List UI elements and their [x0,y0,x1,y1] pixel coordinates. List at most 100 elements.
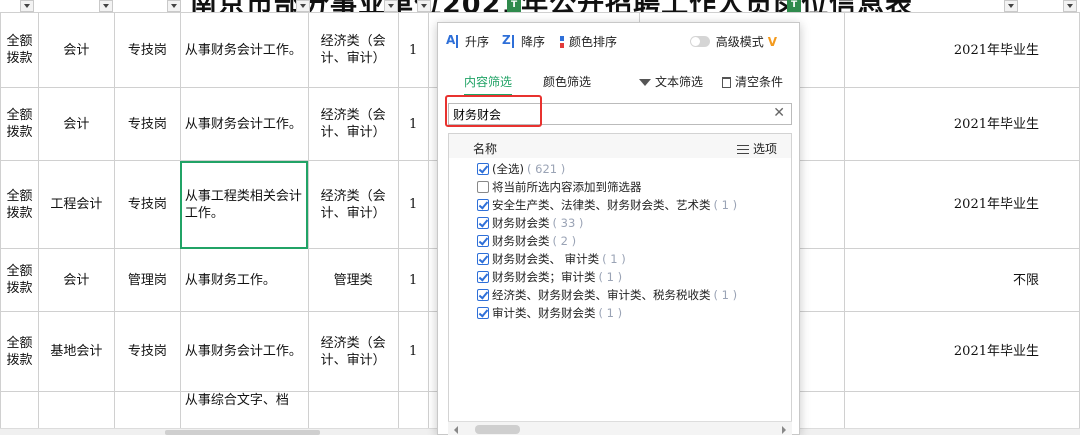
post-type-cell[interactable]: 专技岗 [113,311,181,392]
checkbox-checked-icon[interactable] [477,271,489,283]
checkbox-checked-icon[interactable] [477,253,489,265]
tab-content-filter[interactable]: 内容筛选 [464,73,513,96]
other-cell[interactable]: 2021年毕业生 [844,87,1080,161]
post-name-cell[interactable]: 会计 [37,248,115,312]
column-filter-button[interactable] [20,0,34,12]
column-filter-button[interactable] [1063,0,1077,12]
major-cell[interactable]: 经济类（会计、审计） [307,12,399,88]
checkbox-checked-icon[interactable] [477,307,489,319]
checkbox-checked-icon[interactable] [477,235,489,247]
list-item[interactable]: (全选)( 621 ) [477,160,737,178]
clear-conditions-button[interactable]: 清空条件 [722,73,783,90]
checkbox-checked-icon[interactable] [477,289,489,301]
list-item[interactable]: 财务财会类( 2 ) [477,232,737,250]
tab-color-filter[interactable]: 颜色筛选 [543,73,591,94]
count-cell[interactable]: 1 [397,87,429,161]
list-item[interactable]: 安全生产类、法律类、财务财会类、艺术类( 1 ) [477,196,737,214]
funding-cell[interactable]: 全额拨款 [0,87,39,161]
post-name-cell[interactable] [37,391,115,432]
other-cell[interactable]: 不限 [844,248,1080,312]
list-item-label: 审计类、财务财会类 [492,306,596,320]
sheet-title-strip: 南京市部分事业单位2021年公开招聘工作人员岗位信息表 [0,0,1080,12]
funding-cell[interactable]: 全额拨款 [0,311,39,392]
count-cell[interactable] [397,391,429,432]
checkbox-checked-icon[interactable] [477,199,489,211]
sort-descending-label: 降序 [521,35,546,49]
list-item[interactable]: 经济类、财务财会类、审计类、税务税收类( 1 ) [477,286,737,304]
post-name-cell[interactable]: 基地会计 [37,311,115,392]
post-type-cell[interactable]: 专技岗 [113,87,181,161]
duty-cell[interactable]: 从事财务会计工作。 [179,12,309,88]
sort-by-color-button[interactable]: 颜色排序 [558,33,617,50]
list-item[interactable]: 财务财会类；审计类( 1 ) [477,268,737,286]
scroll-left-icon[interactable] [454,426,458,434]
checkbox-unchecked-icon[interactable] [477,181,489,193]
duty-cell[interactable]: 从事财务会计工作。 [179,311,309,392]
duty-cell[interactable]: 从事财务会计工作。 [179,87,309,161]
other-cell[interactable]: 2021年毕业生 [844,311,1080,392]
column-filter-button[interactable] [384,0,398,12]
sort-by-color-label: 颜色排序 [569,35,618,49]
major-cell[interactable]: 经济类（会计、审计） [307,160,399,249]
list-item-label: 安全生产类、法律类、财务财会类、艺术类 [492,198,711,212]
count-cell[interactable]: 1 [397,311,429,392]
checkbox-checked-icon[interactable] [477,217,489,229]
duty-cell-selected[interactable]: 从事工程类相关会计工作。 [179,160,309,249]
list-item[interactable]: 审计类、财务财会类( 1 ) [477,304,737,322]
list-item-count: ( 2 ) [552,234,577,248]
sort-ascending-button[interactable]: 升序 [446,33,489,50]
post-name-cell[interactable]: 会计 [37,12,115,88]
toggle-switch-icon[interactable] [689,36,710,47]
funding-cell[interactable]: 全额拨款 [0,12,39,88]
post-name-cell[interactable]: 工程会计 [37,160,115,249]
duty-cell[interactable]: 从事财务工作。 [179,248,309,312]
menu-icon [736,145,749,154]
list-item[interactable]: 财务财会类( 33 ) [477,214,737,232]
list-item-label: 财务财会类、 审计类 [492,252,600,266]
column-filter-button[interactable] [167,0,181,12]
search-highlight-box [445,95,542,127]
list-item-label: 财务财会类 [492,234,550,248]
list-item[interactable]: 将当前所选内容添加到筛选器 [477,178,737,196]
other-cell[interactable] [844,391,1080,432]
count-cell[interactable]: 1 [397,248,429,312]
other-cell[interactable]: 2021年毕业生 [844,12,1080,88]
checkbox-checked-icon[interactable] [477,163,489,175]
count-cell[interactable]: 1 [397,160,429,249]
post-name-cell[interactable]: 会计 [37,87,115,161]
post-type-cell[interactable]: 专技岗 [113,12,181,88]
other-cell[interactable]: 2021年毕业生 [844,160,1080,249]
post-type-cell[interactable]: 管理岗 [113,248,181,312]
funding-cell[interactable] [0,391,39,432]
duty-cell[interactable]: 从事综合文字、档 [179,391,309,432]
column-filter-button[interactable] [296,0,310,12]
funding-cell[interactable]: 全额拨款 [0,248,39,312]
count-cell[interactable]: 1 [397,12,429,88]
options-button[interactable]: 选项 [736,140,777,157]
scroll-right-icon[interactable] [782,426,786,434]
post-type-cell[interactable] [113,391,181,432]
sort-ascending-label: 升序 [465,35,490,49]
funding-cell[interactable]: 全额拨款 [0,160,39,249]
column-filter-button[interactable] [1004,0,1018,12]
column-filter-active-button[interactable] [507,0,521,12]
column-filter-active-button[interactable] [787,0,801,12]
list-horizontal-scrollbar[interactable] [448,421,792,435]
list-item-count: ( 1 ) [713,198,738,212]
major-cell[interactable] [307,391,399,432]
major-cell[interactable]: 管理类 [307,248,399,312]
major-cell[interactable]: 经济类（会计、审计） [307,87,399,161]
post-type-cell[interactable]: 专技岗 [113,160,181,249]
advanced-mode-toggle[interactable]: 高级模式 V [689,33,777,50]
text-filter-button[interactable]: 文本筛选 [639,73,703,90]
column-filter-button[interactable] [99,0,113,12]
major-cell[interactable]: 经济类（会计、审计） [307,311,399,392]
sheet-scroll-thumb[interactable] [165,430,320,435]
column-filter-button[interactable] [417,0,431,12]
color-sort-icon [558,35,566,49]
clear-search-icon[interactable]: ✕ [773,105,785,121]
list-scroll-thumb[interactable] [475,425,520,434]
clear-conditions-label: 清空条件 [735,75,784,89]
sort-descending-button[interactable]: 降序 [502,33,545,50]
list-item[interactable]: 财务财会类、 审计类( 1 ) [477,250,737,268]
